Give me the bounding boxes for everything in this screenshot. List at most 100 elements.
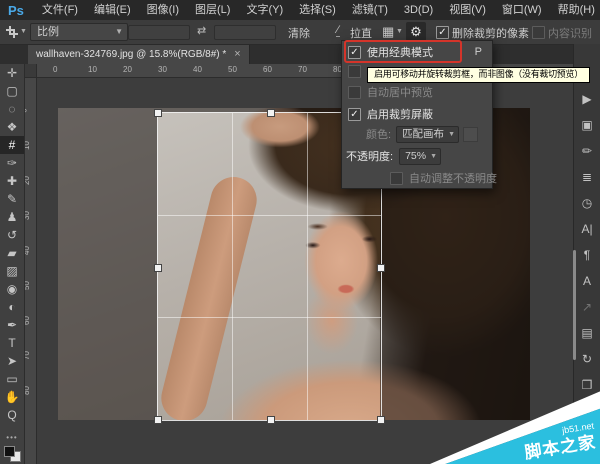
- crop-handle-top-center[interactable]: [267, 109, 275, 117]
- foreground-color-swatch[interactable]: [4, 446, 15, 457]
- move-tool[interactable]: ✛: [0, 64, 24, 82]
- color-select[interactable]: 匹配画布 ▼: [396, 126, 459, 143]
- dock-icon-glyph: ↻: [582, 352, 592, 366]
- hand-tool[interactable]: ✋: [0, 388, 24, 406]
- menu-item[interactable]: 文字(Y): [238, 0, 291, 20]
- gradient-tool[interactable]: ▨: [0, 262, 24, 280]
- healing-brush-tool[interactable]: ✚: [0, 172, 24, 190]
- ratio-select[interactable]: 比例 ▼: [30, 23, 128, 41]
- paragraph-panel-icon[interactable]: ¶: [577, 246, 597, 264]
- overlay-options-icon[interactable]: ▦: [382, 24, 394, 40]
- ruler-number: 40: [193, 65, 202, 74]
- thirds-grid-line: [232, 113, 233, 420]
- ruler-number: 70: [24, 351, 31, 360]
- blur-tool[interactable]: ◉: [0, 280, 24, 298]
- tool-icon: ◌: [8, 103, 15, 115]
- crop-shield-left: [58, 108, 157, 420]
- content-aware-checkbox[interactable]: [532, 26, 545, 39]
- path-selection-tool[interactable]: ➤: [0, 352, 24, 370]
- swap-dimensions-icon[interactable]: ⇄: [197, 24, 206, 37]
- tool-icon: ✑: [7, 157, 17, 169]
- menu-item[interactable]: 滤镜(T): [344, 0, 396, 20]
- panel-dock: ▶ ▣ ✏ ≣ ◷ A| ¶: [573, 44, 600, 464]
- auto-center-checkbox: [348, 86, 361, 99]
- document-tab[interactable]: wallhaven-324769.jpg @ 15.8%(RGB/8#) * ×: [28, 44, 250, 64]
- document-tab-title: wallhaven-324769.jpg @ 15.8%(RGB/8#) *: [36, 49, 226, 60]
- crop-handle-mid-left[interactable]: [154, 264, 162, 272]
- eyedropper-tool[interactable]: ✑: [0, 154, 24, 172]
- overlay-caret-icon[interactable]: ▼: [396, 28, 403, 35]
- menu-item[interactable]: 3D(D): [396, 0, 441, 20]
- menu-item[interactable]: 选择(S): [291, 0, 344, 20]
- shield-color-swatch[interactable]: [463, 127, 478, 142]
- properties-panel-icon[interactable]: ≣: [577, 168, 597, 186]
- shape-tool[interactable]: ▭: [0, 370, 24, 388]
- dodge-tool[interactable]: ◐: [0, 298, 24, 316]
- lasso-tool[interactable]: ◌: [0, 100, 24, 118]
- ruler-number: 10: [88, 65, 97, 74]
- menu-item[interactable]: 图层(L): [187, 0, 238, 20]
- tool-icon: ▨: [6, 265, 17, 277]
- hidden-item-checkbox[interactable]: [348, 65, 361, 78]
- crop-handle-top-left[interactable]: [154, 109, 162, 117]
- menu-item[interactable]: 窗口(W): [494, 0, 550, 20]
- straighten-label: 拉直: [350, 25, 372, 41]
- crop-shield-checkbox[interactable]: ✓: [348, 108, 361, 121]
- crop-width-input[interactable]: [128, 25, 190, 40]
- marquee-tool[interactable]: ▢: [0, 82, 24, 100]
- quick-selection-tool[interactable]: ❖: [0, 118, 24, 136]
- actions-panel-icon[interactable]: ▶: [577, 90, 597, 108]
- menu-item[interactable]: 帮助(H): [550, 0, 600, 20]
- delete-pixels-checkbox[interactable]: ✓: [436, 26, 449, 39]
- dock-icon-glyph: ▤: [581, 326, 592, 340]
- menu-item[interactable]: 文件(F): [34, 0, 86, 20]
- opacity-select-value: 75%: [405, 150, 426, 162]
- timeline-panel-icon[interactable]: ◷: [577, 194, 597, 212]
- share-icon[interactable]: ↗: [577, 298, 597, 316]
- opacity-select[interactable]: 75% ▼: [399, 148, 441, 165]
- crop-handle-bottom-left[interactable]: [154, 416, 162, 424]
- history-brush-tool[interactable]: ↺: [0, 226, 24, 244]
- crop-shield-label: 启用裁剪屏蔽: [367, 106, 433, 122]
- red-highlight-annotation: [344, 40, 462, 63]
- clear-button[interactable]: 清除: [288, 25, 310, 41]
- classic-mode-shortcut: P: [475, 46, 482, 58]
- crop-handle-mid-right[interactable]: [377, 264, 385, 272]
- options-bar: ▼ 比例 ▼ ⇄ 清除 ∕ 拉直 ▦ ▼ ⚙ ✓ 删除裁剪的像素 内容识别: [0, 20, 600, 45]
- device-preview-icon[interactable]: ▯: [577, 402, 597, 420]
- preset-caret-icon[interactable]: ▼: [20, 28, 27, 35]
- threed-panel-icon[interactable]: ❒: [577, 376, 597, 394]
- clone-stamp-tool[interactable]: ♟: [0, 208, 24, 226]
- menu-item[interactable]: 视图(V): [441, 0, 494, 20]
- pen-tool[interactable]: ✒: [0, 316, 24, 334]
- sync-icon[interactable]: ↻: [577, 350, 597, 368]
- clone-source-panel-icon[interactable]: ▣: [577, 116, 597, 134]
- libraries-panel-icon[interactable]: ▤: [577, 324, 597, 342]
- type-tool[interactable]: T: [0, 334, 24, 352]
- crop-handle-bottom-center[interactable]: [267, 416, 275, 424]
- crop-height-input[interactable]: [214, 25, 276, 40]
- scrollbar[interactable]: [573, 250, 576, 360]
- straighten-icon[interactable]: ∕: [336, 24, 340, 37]
- close-tab-icon[interactable]: ×: [234, 48, 240, 60]
- auto-adjust-label: 自动调整不透明度: [409, 170, 497, 186]
- menu-item[interactable]: 编辑(E): [86, 0, 139, 20]
- ruler-number: 60: [24, 316, 31, 325]
- eraser-tool[interactable]: ▰: [0, 244, 24, 262]
- crop-tool-preset-icon[interactable]: [6, 26, 18, 38]
- delete-pixels-label: 删除裁剪的像素: [452, 25, 529, 41]
- glyphs-panel-icon[interactable]: A: [577, 272, 597, 290]
- ruler-corner: [24, 64, 37, 78]
- brush-settings-panel-icon[interactable]: ✏: [577, 142, 597, 160]
- crop-settings-gear-icon[interactable]: ⚙: [406, 22, 426, 41]
- crop-shield-item[interactable]: ✓ 启用裁剪屏蔽: [342, 105, 492, 123]
- zoom-tool[interactable]: Q: [0, 406, 24, 424]
- crop-tool[interactable]: #: [0, 136, 24, 154]
- dock-icon-glyph: ▶: [582, 92, 591, 106]
- ruler-number: 70: [298, 65, 307, 74]
- crop-handle-bottom-right[interactable]: [377, 416, 385, 424]
- brush-tool[interactable]: ✎: [0, 190, 24, 208]
- menu-item[interactable]: 图像(I): [139, 0, 187, 20]
- more-tools-icon[interactable]: •••: [0, 433, 24, 442]
- character-panel-icon[interactable]: A|: [577, 220, 597, 238]
